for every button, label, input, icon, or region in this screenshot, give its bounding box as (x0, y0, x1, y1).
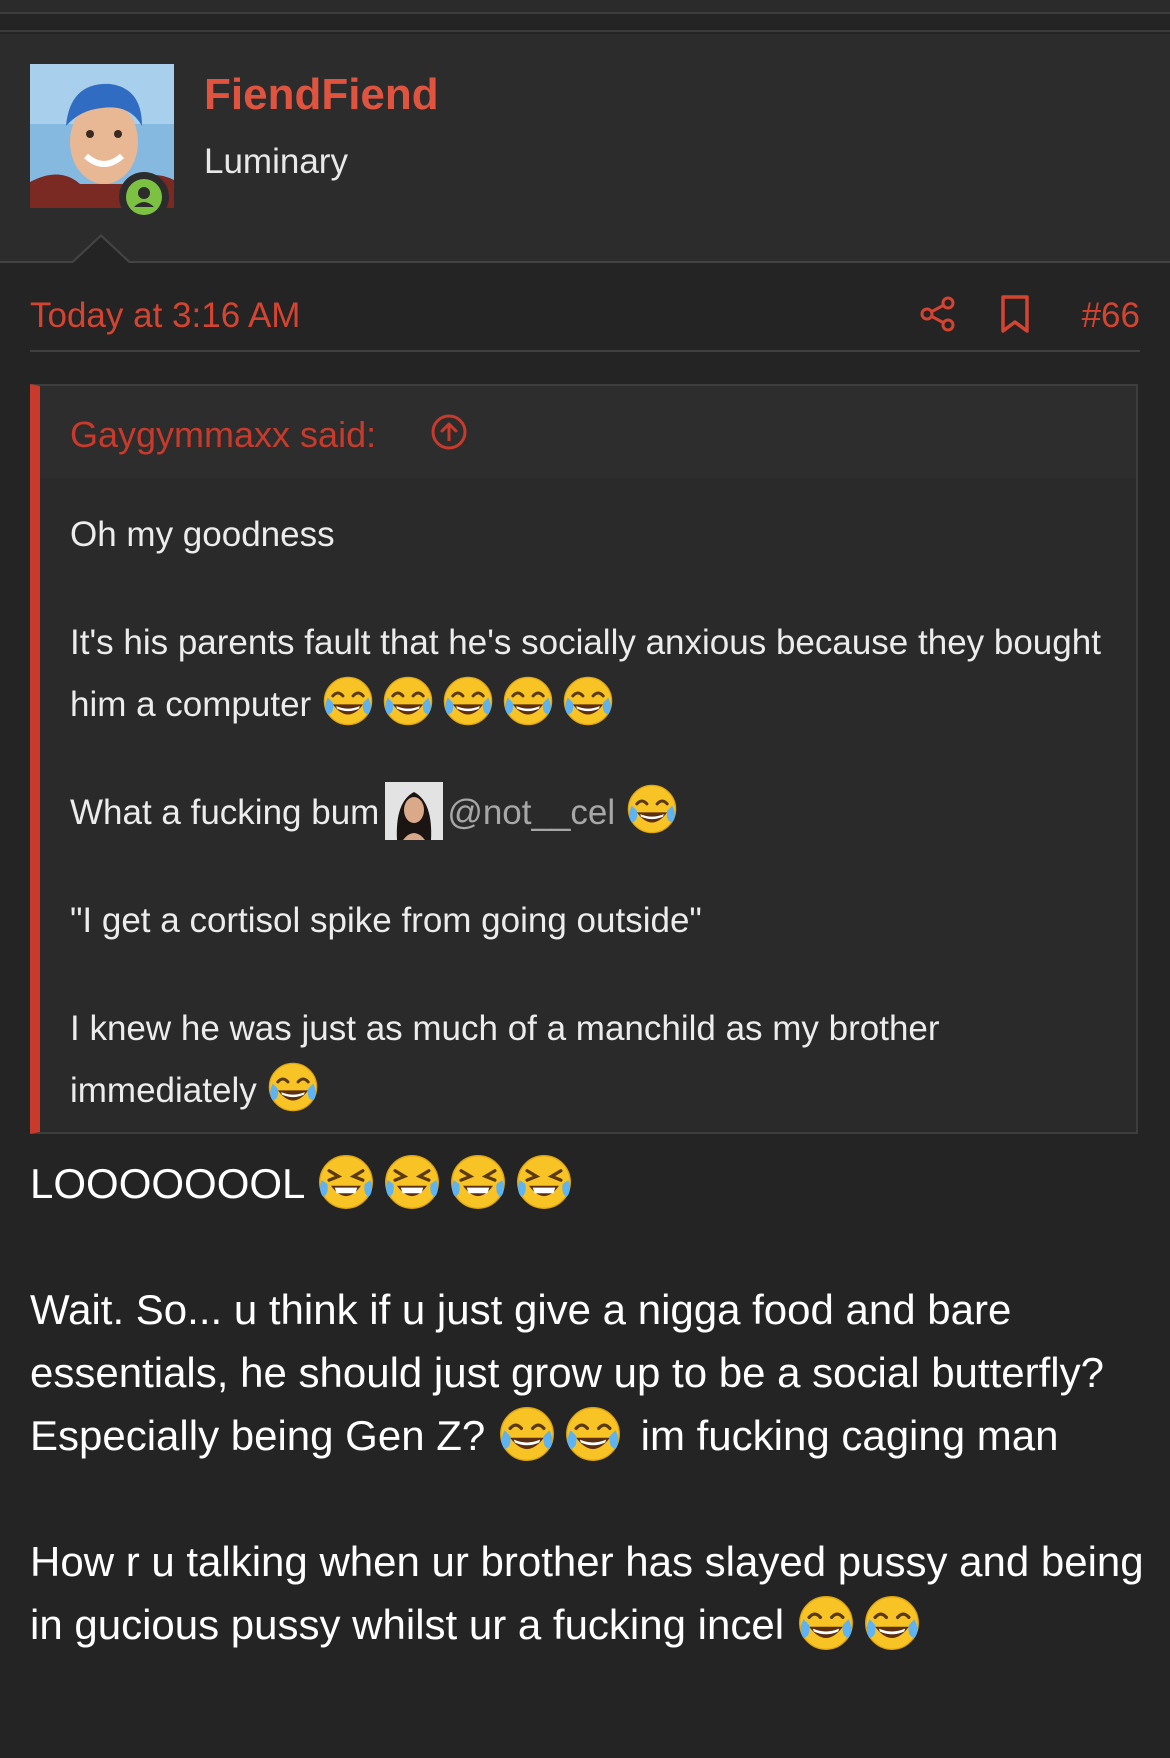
face-with-tears-of-joy-emoji (501, 674, 555, 728)
post-body: LOOOOOOOL Wait. So... u think if u just … (30, 1152, 1150, 1656)
squinting-laughing-emoji (448, 1152, 508, 1212)
squinting-laughing-emoji (514, 1152, 574, 1212)
face-with-tears-of-joy-emoji (266, 1060, 320, 1114)
face-with-tears-of-joy-emoji (796, 1593, 856, 1653)
quote-author[interactable]: Gaygymmaxx said: (70, 414, 376, 456)
quote-line: I knew he was just as much of a manchild… (70, 998, 1130, 1122)
user-block-divider (0, 261, 1170, 263)
quote-line: Oh my goodness (70, 515, 335, 554)
quote-line: "I get a cortisol spike from going outsi… (70, 901, 702, 940)
bookmark-icon[interactable] (998, 294, 1032, 334)
arrow-up-circle-icon[interactable] (430, 413, 468, 451)
user-mention[interactable]: @not__cel (447, 793, 615, 832)
top-divider (0, 30, 1170, 32)
quote-header: Gaygymmaxx said: (40, 386, 1136, 478)
quote-block: Gaygymmaxx said: Oh my goodness It's his… (30, 384, 1138, 1134)
face-with-tears-of-joy-emoji (497, 1404, 557, 1464)
face-with-tears-of-joy-emoji (561, 674, 615, 728)
user-block (0, 34, 1170, 262)
online-status-icon (119, 172, 169, 222)
face-with-tears-of-joy-emoji (862, 1593, 922, 1653)
share-icon[interactable] (918, 294, 958, 334)
user-title: Luminary (204, 142, 348, 181)
face-with-tears-of-joy-emoji (563, 1404, 623, 1464)
top-bar (0, 0, 1170, 14)
post-date[interactable]: Today at 3:16 AM (30, 296, 300, 336)
meta-divider (30, 350, 1140, 352)
face-with-tears-of-joy-emoji (625, 782, 679, 836)
face-with-tears-of-joy-emoji (441, 674, 495, 728)
post-meta: Today at 3:16 AM #66 (30, 294, 1140, 340)
reply-line: LOOOOOOOL (30, 1152, 1150, 1215)
quote-line: It's his parents fault that he's sociall… (70, 612, 1130, 736)
post-number[interactable]: #66 (1082, 296, 1140, 336)
squinting-laughing-emoji (316, 1152, 376, 1212)
quote-body: Oh my goodness It's his parents fault th… (70, 504, 1130, 1122)
reply-line: Wait. So... u think if u just give a nig… (30, 1278, 1150, 1467)
username[interactable]: FiendFiend (204, 70, 439, 120)
face-with-tears-of-joy-emoji (321, 674, 375, 728)
face-with-tears-of-joy-emoji (381, 674, 435, 728)
squinting-laughing-emoji (382, 1152, 442, 1212)
quote-line: What a fucking bum @not__cel (70, 782, 1130, 844)
reply-line: How r u talking when ur brother has slay… (30, 1530, 1150, 1656)
mention-avatar[interactable] (385, 782, 444, 840)
